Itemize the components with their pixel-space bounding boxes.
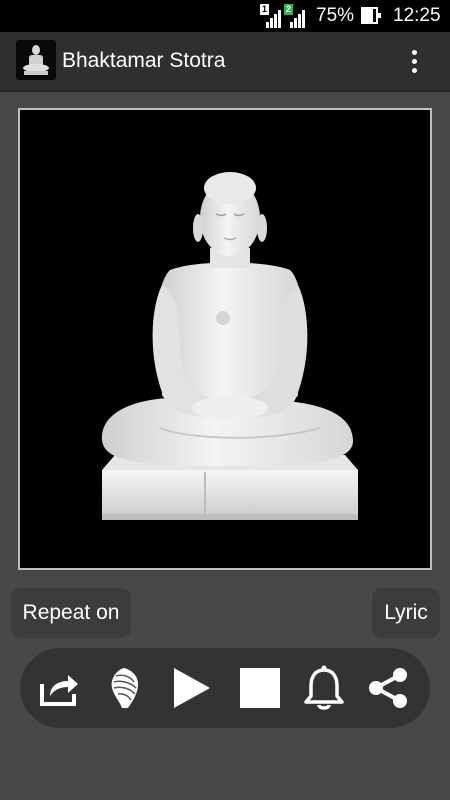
clock: 12:25 — [393, 5, 441, 26]
status-bar: 1 2 75% 12:25 — [0, 0, 450, 32]
app-title: Bhaktamar Stotra — [62, 49, 226, 72]
stop-icon[interactable] — [234, 662, 286, 714]
idol-image — [20, 110, 430, 568]
playback-controls — [20, 648, 430, 728]
jain-idol-icon[interactable] — [16, 40, 56, 80]
play-icon[interactable] — [164, 662, 216, 714]
action-bar: Bhaktamar Stotra — [0, 32, 450, 92]
share-icon[interactable] — [362, 662, 414, 714]
battery-percent: 75% — [316, 5, 355, 26]
repeat-button[interactable]: Repeat on — [11, 588, 131, 638]
conch-shell-icon[interactable] — [98, 662, 150, 714]
bell-icon[interactable] — [298, 662, 350, 714]
battery-icon — [361, 7, 381, 24]
open-external-icon[interactable] — [34, 662, 86, 714]
lyric-button[interactable]: Lyric — [372, 588, 440, 638]
more-vertical-icon[interactable] — [400, 44, 428, 80]
idol-image-frame — [18, 108, 432, 570]
